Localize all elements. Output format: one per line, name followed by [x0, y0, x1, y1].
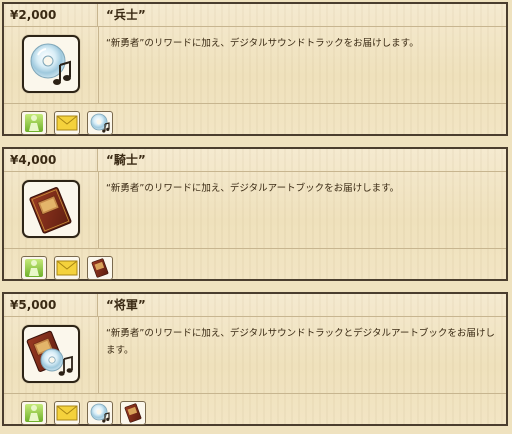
artbook-icon [22, 180, 80, 238]
figure-icon [21, 111, 47, 135]
tier-body: “新勇者”のリワードに加え、デジタルアートブックをお届けします。 [4, 172, 506, 249]
tier-description: “新勇者”のリワードに加え、デジタルサウンドトラックをお届けします。 [106, 38, 419, 49]
tier-image-cell [4, 317, 99, 393]
tier-image-cell [4, 27, 99, 103]
figure-icon [21, 256, 47, 280]
reward-tier-knight: ¥4,000 “騎士” “新勇者”のリワードに加え、デジタルアートブックをお届け… [2, 147, 508, 281]
tier-description: “新勇者”のリワードに加え、デジタルサウンドトラックとデジタルアートブックをお届… [106, 328, 495, 356]
tier-price: ¥5,000 [4, 294, 98, 316]
tier-body: “新勇者”のリワードに加え、デジタルサウンドトラックとデジタルアートブックをお届… [4, 317, 506, 394]
tier-description: “新勇者”のリワードに加え、デジタルアートブックをお届けします。 [106, 183, 400, 194]
artbook-icon [120, 401, 146, 425]
tier-name: “騎士” [106, 153, 146, 167]
tier-image-cell [4, 172, 99, 248]
tier-price: ¥4,000 [4, 149, 98, 171]
artbook-and-cd-icon [22, 325, 80, 383]
reward-tier-list: ¥2,000 “兵士” “新勇者”のリワードに加え、デジタルサウンドトラックをお… [0, 0, 512, 434]
reward-tier-soldier: ¥2,000 “兵士” “新勇者”のリワードに加え、デジタルサウンドトラックをお… [2, 2, 508, 136]
cd-icon [87, 401, 113, 425]
tier-header: ¥4,000 “騎士” [4, 149, 506, 172]
tier-reward-icons [4, 394, 506, 426]
tier-body: “新勇者”のリワードに加え、デジタルサウンドトラックをお届けします。 [4, 27, 506, 104]
cd-icon [87, 111, 113, 135]
reward-tier-general: ¥5,000 “将軍” “新勇者”のリワードに加え、デジタルサウンドトラックとデ… [2, 292, 508, 426]
envelope-icon [54, 401, 80, 425]
soundtrack-cd-icon [22, 35, 80, 93]
envelope-icon [54, 111, 80, 135]
artbook-icon [87, 256, 113, 280]
tier-header: ¥5,000 “将軍” [4, 294, 506, 317]
envelope-icon [54, 256, 80, 280]
tier-price: ¥2,000 [4, 4, 98, 26]
tier-reward-icons [4, 249, 506, 281]
tier-header: ¥2,000 “兵士” [4, 4, 506, 27]
tier-name: “兵士” [106, 8, 146, 22]
tier-name: “将軍” [106, 298, 146, 312]
tier-reward-icons [4, 104, 506, 136]
figure-icon [21, 401, 47, 425]
